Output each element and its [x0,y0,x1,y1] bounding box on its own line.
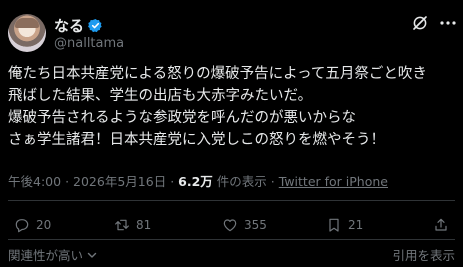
like-count: 355 [244,218,267,232]
view-quotes-link[interactable]: 引用を表示 [392,245,455,264]
divider [8,200,455,201]
bookmark-count: 21 [348,218,364,232]
views-label: 件の表示 [216,174,267,189]
sort-label: 関連性が高い [8,248,84,263]
divider [8,239,455,240]
retweet-count: 81 [136,218,152,232]
bookmark-button[interactable]: 21 [326,214,363,236]
like-button[interactable]: 355 [222,214,267,236]
name-row: なる [54,15,103,35]
share-button[interactable] [433,214,449,236]
heart-icon [223,219,237,232]
tweet-text: 俺たち日本共産党による怒りの爆破予告によって五月祭ごと吹き 飛ばした結果、学生の… [8,63,458,151]
tweet-line: 爆破予告されるような参政党を呼んだのが悪いからな [8,110,356,126]
reply-count: 20 [36,218,52,232]
tweet-time[interactable]: 午後4:00 [8,174,61,189]
tweet-meta: 午後4:00 · 2026年5月16日 · 6.2万 件の表示 · Twitte… [8,171,388,190]
tweet-header: なる @nalltama [0,0,463,58]
meta-separator: · [270,174,275,189]
reply-button[interactable]: 20 [14,214,51,236]
more-icon[interactable] [440,21,456,25]
bookmark-icon [329,218,339,232]
handle[interactable]: @nalltama [54,36,124,51]
display-name[interactable]: なる [54,15,84,36]
chevron-down-icon [87,252,97,258]
share-icon [435,218,447,231]
client-link[interactable]: Twitter for iPhone [279,174,388,189]
retweet-icon [115,219,129,231]
sort-relevance[interactable]: 関連性が高い [8,245,97,264]
tweet-date[interactable]: 2026年5月16日 [73,174,166,189]
views-count[interactable]: 6.2万 [178,174,213,189]
tweet-line: 俺たち日本共産党による怒りの爆破予告によって五月祭ごと吹き [8,66,427,82]
retweet-button[interactable]: 81 [114,214,151,236]
reply-icon [15,219,29,233]
quotes-label: 引用を表示 [392,248,455,263]
verified-badge-icon [88,18,102,32]
meta-separator: · [65,174,70,189]
tweet-line: さぁ学生諸君！日本共産党に入党しこの怒りを燃やそう！ [8,132,385,148]
tweet-line: 飛ばした結果、学生の出店も大赤字みたいだ。 [8,88,313,104]
grok-icon[interactable] [411,14,429,32]
avatar[interactable] [8,14,46,52]
meta-separator: · [170,174,175,189]
action-bar: 20 81 355 21 [0,214,463,236]
